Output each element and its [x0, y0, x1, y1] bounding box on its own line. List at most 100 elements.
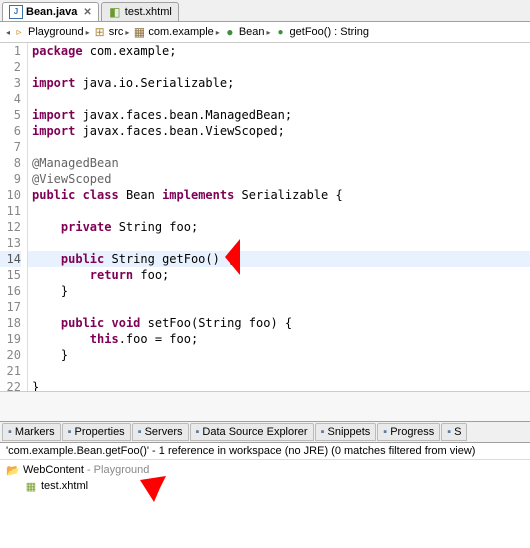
line-number: 6	[0, 123, 21, 139]
xhtml-file-icon	[108, 5, 122, 19]
bottom-tab-snippets[interactable]: ▪Snippets	[315, 423, 377, 441]
line-number: 21	[0, 363, 21, 379]
crumb-method[interactable]: getFoo() : String	[274, 25, 369, 39]
bottom-tab-label: Markers	[15, 426, 55, 438]
view-icon: ▪	[138, 426, 142, 438]
line-number: 5	[0, 107, 21, 123]
view-icon: ▪	[196, 426, 200, 438]
line-number: 18	[0, 315, 21, 331]
crumb-class[interactable]: Bean ▸	[223, 25, 271, 39]
folder-icon	[6, 463, 20, 477]
xhtml-file-icon	[24, 479, 38, 493]
line-number: 3	[0, 75, 21, 91]
bottom-tab-label: Snippets	[327, 426, 370, 438]
code-line[interactable]: import javax.faces.bean.ManagedBean;	[28, 107, 530, 123]
code-line[interactable]: import javax.faces.bean.ViewScoped;	[28, 123, 530, 139]
package-icon	[132, 25, 146, 39]
tab-test-xhtml[interactable]: test.xhtml	[101, 2, 179, 21]
line-number: 20	[0, 347, 21, 363]
code-line[interactable]: return foo;	[28, 267, 530, 283]
search-results[interactable]: WebContent - Playground test.xhtml	[0, 460, 530, 496]
line-number: 22	[0, 379, 21, 391]
project-icon	[12, 25, 26, 39]
code-line[interactable]: }	[28, 379, 530, 391]
code-line[interactable]	[28, 139, 530, 155]
code-line[interactable]: public void setFoo(String foo) {	[28, 315, 530, 331]
code-line[interactable]	[28, 299, 530, 315]
bottom-tab-properties[interactable]: ▪Properties	[62, 423, 131, 441]
src-folder-icon	[93, 25, 107, 39]
chevron-left-icon[interactable]: ◂	[6, 28, 10, 37]
close-icon[interactable]: ✕	[83, 7, 91, 18]
chevron-right-icon[interactable]: ▸	[125, 28, 129, 37]
line-number: 10	[0, 187, 21, 203]
editor-tabbar: Bean.java ✕ test.xhtml	[0, 0, 530, 22]
breadcrumb: ◂ Playground ▸ src ▸ com.example ▸ Bean …	[0, 22, 530, 43]
view-icon: ▪	[321, 426, 325, 438]
code-line[interactable]: package com.example;	[28, 43, 530, 59]
bottom-tab-label: Progress	[390, 426, 434, 438]
code-editor[interactable]: 1234567891011121314151617181920212223 pa…	[0, 43, 530, 391]
chevron-right-icon[interactable]: ▸	[216, 28, 220, 37]
bottom-view-tabbar: ▪Markers▪Properties▪Servers▪Data Source …	[0, 421, 530, 443]
crumb-src[interactable]: src ▸	[93, 25, 130, 39]
tree-folder-webcontent[interactable]: WebContent - Playground	[6, 462, 524, 478]
bottom-tab-data-source-explorer[interactable]: ▪Data Source Explorer	[190, 423, 314, 441]
code-line[interactable]: public class Bean implements Serializabl…	[28, 187, 530, 203]
code-line[interactable]: }	[28, 347, 530, 363]
line-number-gutter: 1234567891011121314151617181920212223	[0, 43, 28, 391]
crumb-project[interactable]: ◂ Playground ▸	[6, 25, 90, 39]
bottom-tab-progress[interactable]: ▪Progress	[377, 423, 440, 441]
code-line[interactable]: public String getFoo() {	[28, 251, 530, 267]
tab-label: Bean.java	[26, 6, 77, 18]
code-line[interactable]	[28, 203, 530, 219]
line-number: 11	[0, 203, 21, 219]
view-icon: ▪	[68, 426, 72, 438]
tree-file-test-xhtml[interactable]: test.xhtml	[6, 478, 524, 494]
view-icon: ▪	[447, 426, 451, 438]
line-number: 1	[0, 43, 21, 59]
bottom-tab-markers[interactable]: ▪Markers	[2, 423, 61, 441]
line-number: 15	[0, 267, 21, 283]
line-number: 16	[0, 283, 21, 299]
code-line[interactable]	[28, 363, 530, 379]
bottom-tab-label: S	[454, 426, 461, 438]
line-number: 8	[0, 155, 21, 171]
code-line[interactable]	[28, 59, 530, 75]
view-icon: ▪	[383, 426, 387, 438]
bottom-tab-label: Servers	[145, 426, 183, 438]
line-number: 12	[0, 219, 21, 235]
code-line[interactable]: @ManagedBean	[28, 155, 530, 171]
code-area[interactable]: package com.example; import java.io.Seri…	[28, 43, 530, 391]
line-number: 9	[0, 171, 21, 187]
line-number: 19	[0, 331, 21, 347]
view-icon: ▪	[8, 426, 12, 438]
code-line[interactable]: @ViewScoped	[28, 171, 530, 187]
tab-bean-java[interactable]: Bean.java ✕	[2, 2, 99, 21]
method-icon	[274, 25, 288, 39]
chevron-right-icon[interactable]: ▸	[267, 28, 271, 37]
java-file-icon	[9, 5, 23, 19]
tab-label: test.xhtml	[125, 6, 172, 18]
code-line[interactable]	[28, 91, 530, 107]
code-line[interactable]: this.foo = foo;	[28, 331, 530, 347]
line-number: 13	[0, 235, 21, 251]
code-line[interactable]: }	[28, 283, 530, 299]
bottom-tab-label: Data Source Explorer	[202, 426, 307, 438]
code-line[interactable]: private String foo;	[28, 219, 530, 235]
line-number: 7	[0, 139, 21, 155]
editor-bottom-spacer	[0, 391, 530, 421]
chevron-right-icon[interactable]: ▸	[86, 28, 90, 37]
code-line[interactable]	[28, 235, 530, 251]
bottom-tab-servers[interactable]: ▪Servers	[132, 423, 189, 441]
line-number: 17	[0, 299, 21, 315]
search-status-bar: 'com.example.Bean.getFoo()' - 1 referenc…	[0, 443, 530, 460]
line-number: 4	[0, 91, 21, 107]
crumb-package[interactable]: com.example ▸	[132, 25, 219, 39]
line-number: 14	[0, 251, 21, 267]
bottom-tab-label: Properties	[75, 426, 125, 438]
code-line[interactable]: import java.io.Serializable;	[28, 75, 530, 91]
bottom-tab-s[interactable]: ▪S	[441, 423, 467, 441]
line-number: 2	[0, 59, 21, 75]
class-icon	[223, 25, 237, 39]
